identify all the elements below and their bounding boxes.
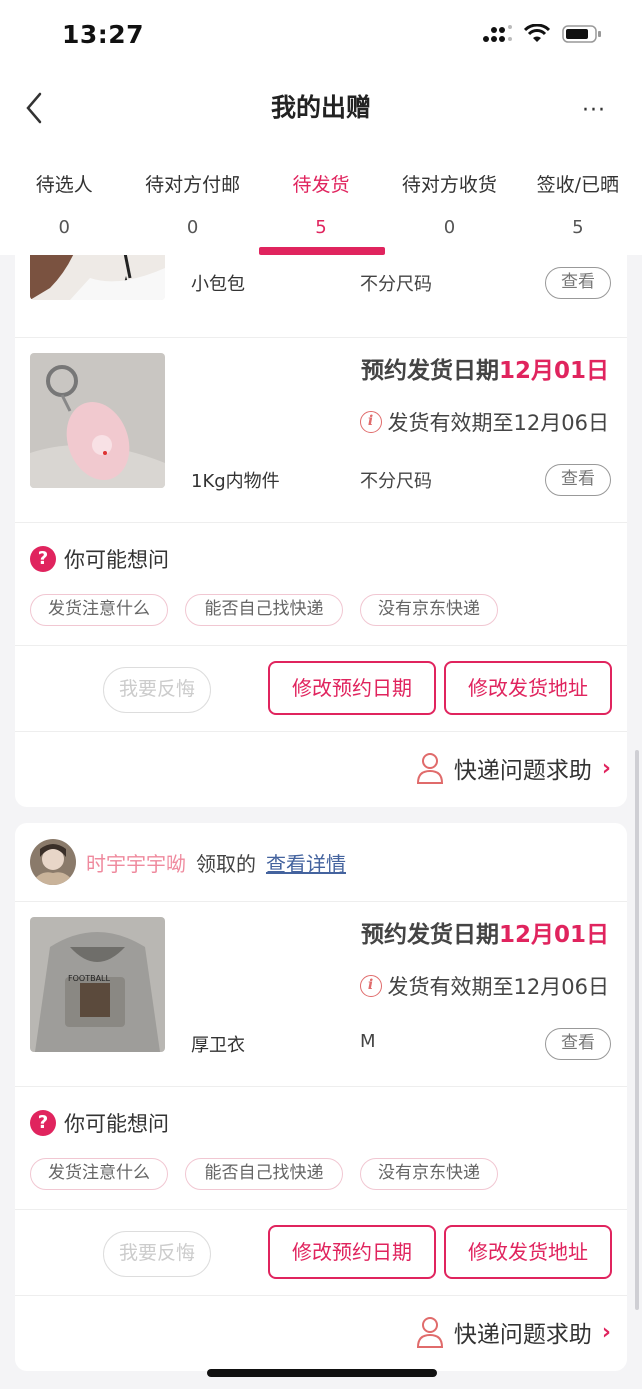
valid-until-text: 发货有效期至12月06日 — [387, 975, 609, 999]
modify-address-button[interactable]: 修改发货地址 — [444, 661, 612, 715]
info-icon: i — [359, 975, 382, 997]
bag-photo — [30, 255, 165, 300]
tab-pending-postage[interactable]: 待对方付邮 0 — [128, 150, 256, 255]
ship-date-label: 预约发货日期 — [360, 358, 499, 384]
tab-active-indicator — [258, 247, 386, 255]
divider — [15, 1209, 627, 1210]
more-icon[interactable]: ··· — [582, 98, 606, 123]
giver-name[interactable]: 时宇宇宇呦 — [86, 848, 186, 877]
nav-bar: 我的出赠 ··· — [0, 70, 642, 150]
question-icon: ? — [30, 1110, 56, 1136]
product-image-bag[interactable] — [30, 255, 165, 300]
info-icon: i — [359, 411, 382, 433]
tab-count: 0 — [58, 217, 70, 238]
tab-label: 待对方收货 — [401, 174, 497, 196]
product-size: M — [360, 1031, 376, 1052]
product-name: 厚卫衣 — [191, 1035, 245, 1056]
faq-chip[interactable]: 能否自己找快递 — [185, 594, 343, 626]
chevron-right-icon: › — [601, 755, 611, 781]
divider — [15, 522, 627, 523]
modify-date-button[interactable]: 修改预约日期 — [268, 1225, 436, 1279]
faq-title-text: 你可能想问 — [64, 1112, 169, 1136]
tab-pending-select[interactable]: 待选人 0 — [0, 150, 128, 255]
faq-chip[interactable]: 能否自己找快递 — [185, 1158, 343, 1190]
divider — [15, 1086, 627, 1087]
divider — [15, 731, 627, 732]
faq-title: ? 你可能想问 — [30, 544, 169, 574]
order-card: 小包包 不分尺码 查看 预约发货日期12月01日 i 发货有效期至12月06日 … — [15, 255, 627, 807]
ship-date-value: 12月01日 — [498, 922, 609, 948]
faq-title: ? 你可能想问 — [30, 1108, 169, 1138]
faq-chip[interactable]: 没有京东快递 — [360, 1158, 498, 1190]
ship-date: 预约发货日期12月01日 — [361, 351, 609, 385]
tab-count: 5 — [315, 217, 327, 238]
avatar-photo — [30, 839, 76, 885]
product-size: 不分尺码 — [360, 274, 432, 295]
hoodie-photo: FOOTBALL — [30, 917, 165, 1052]
faq-title-text: 你可能想问 — [64, 548, 169, 572]
tab-count: 0 — [186, 217, 199, 238]
faq-chip[interactable]: 发货注意什么 — [30, 594, 168, 626]
ship-date-value: 12月01日 — [498, 358, 609, 384]
view-button[interactable]: 查看 — [545, 1028, 611, 1060]
page-title: 我的出赠 — [270, 93, 371, 122]
modify-address-button[interactable]: 修改发货地址 — [444, 1225, 612, 1279]
tab-count: 0 — [443, 217, 456, 238]
tab-pending-ship[interactable]: 待发货 5 — [257, 150, 386, 255]
product-image-hoodie[interactable]: FOOTBALL — [30, 917, 165, 1052]
regret-button[interactable]: 我要反悔 — [103, 1231, 211, 1277]
ship-date-label: 预约发货日期 — [360, 922, 499, 948]
ship-date: 预约发货日期12月01日 — [361, 915, 609, 949]
courier-help-link[interactable]: 快递问题求助 › — [416, 751, 611, 785]
tab-label: 待选人 — [35, 174, 93, 196]
view-button[interactable]: 查看 — [545, 464, 611, 496]
scrollbar[interactable] — [635, 750, 639, 1310]
valid-until-text: 发货有效期至12月06日 — [387, 411, 609, 435]
divider — [15, 1295, 627, 1296]
person-icon — [416, 1317, 443, 1348]
divider — [15, 645, 627, 646]
battery-icon — [562, 25, 601, 43]
avatar[interactable] — [30, 839, 76, 885]
order-list[interactable]: 小包包 不分尺码 查看 预约发货日期12月01日 i 发货有效期至12月06日 … — [0, 255, 642, 1389]
tab-received[interactable]: 签收/已晒 5 — [514, 150, 642, 255]
status-icons — [482, 24, 602, 44]
tab-count: 5 — [572, 217, 584, 238]
signal-icon — [483, 25, 512, 42]
view-button[interactable]: 查看 — [545, 267, 611, 299]
giver-action: 领取的 — [196, 851, 256, 876]
courier-help-text: 快递问题求助 — [453, 758, 592, 784]
product-size: 不分尺码 — [360, 471, 432, 492]
keychain-photo — [30, 353, 165, 488]
status-bar: 13:27 — [0, 0, 642, 70]
status-tabs: 待选人 0 待对方付邮 0 待发货 5 待对方收货 0 签收/已晒 5 — [0, 150, 642, 255]
status-time: 13:27 — [62, 20, 145, 49]
tab-label: 待发货 — [292, 174, 350, 196]
valid-until: i 发货有效期至12月06日 — [359, 971, 609, 1001]
home-indicator[interactable] — [207, 1369, 437, 1377]
tab-label: 签收/已晒 — [536, 174, 620, 196]
wifi-icon — [524, 24, 550, 42]
regret-button[interactable]: 我要反悔 — [103, 667, 211, 713]
person-icon — [416, 753, 443, 784]
modify-date-button[interactable]: 修改预约日期 — [268, 661, 436, 715]
divider — [15, 901, 627, 902]
chevron-right-icon: › — [601, 1319, 611, 1345]
svg-text:FOOTBALL: FOOTBALL — [68, 974, 111, 983]
view-details-link[interactable]: 查看详情 — [266, 848, 346, 877]
order-card: 时宇宇宇呦 领取的 查看详情 FOOTBALL 预约发货日期12月01日 i 发… — [15, 823, 627, 1371]
giver-row: 时宇宇宇呦 领取的 查看详情 — [30, 839, 346, 885]
product-image-keychain[interactable] — [30, 353, 165, 488]
tab-label: 待对方付邮 — [145, 174, 241, 196]
divider — [15, 337, 627, 338]
courier-help-text: 快递问题求助 — [453, 1322, 592, 1348]
question-icon: ? — [30, 546, 56, 572]
tab-pending-receipt[interactable]: 待对方收货 0 — [385, 150, 513, 255]
faq-chip[interactable]: 发货注意什么 — [30, 1158, 168, 1190]
product-name: 1Kg内物件 — [191, 471, 280, 492]
courier-help-link[interactable]: 快递问题求助 › — [416, 1315, 611, 1349]
faq-chip[interactable]: 没有京东快递 — [360, 594, 498, 626]
valid-until: i 发货有效期至12月06日 — [359, 407, 609, 437]
product-name: 小包包 — [191, 274, 245, 295]
